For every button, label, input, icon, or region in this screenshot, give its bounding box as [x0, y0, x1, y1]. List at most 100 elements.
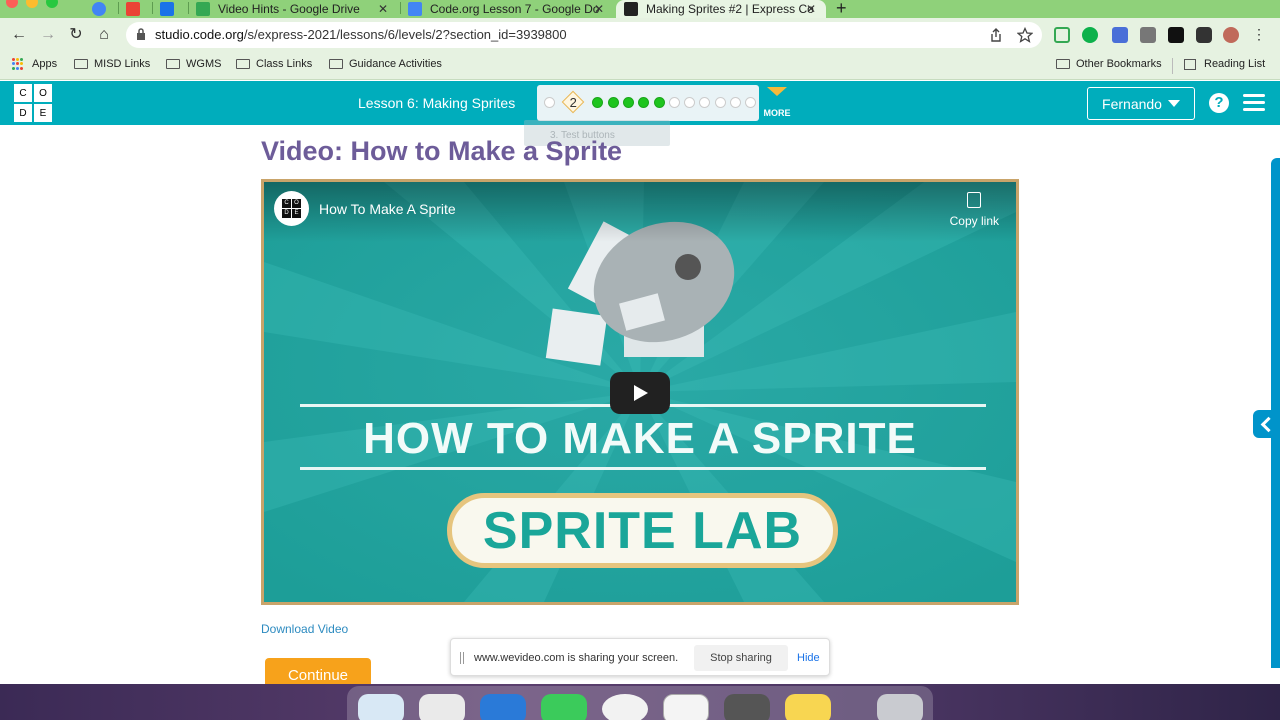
stop-sharing-button[interactable]: Stop sharing	[694, 645, 788, 671]
launchpad-icon[interactable]	[419, 694, 465, 720]
bookmark-reading-list[interactable]: Reading List	[1184, 58, 1265, 70]
logo-letter: O	[292, 199, 301, 208]
code-org-header: C O D E Lesson 6: Making Sprites 2 MORE …	[0, 81, 1280, 125]
chevron-left-icon[interactable]	[1253, 410, 1280, 438]
bookmark-label: Other Bookmarks	[1076, 58, 1162, 70]
extension-cast-icon[interactable]	[1140, 27, 1156, 43]
finder-icon[interactable]	[358, 694, 404, 720]
url-text: studio.code.org/s/express-2021/lessons/6…	[155, 27, 567, 42]
level-dot[interactable]	[684, 97, 696, 108]
logo-letter: E	[292, 209, 301, 218]
address-bar[interactable]: studio.code.org/s/express-2021/lessons/6…	[126, 22, 1042, 48]
gmail-icon	[126, 2, 140, 16]
home-button[interactable]: ⌂	[94, 25, 114, 45]
forward-button[interactable]: →	[38, 25, 58, 45]
google-docs-icon	[408, 2, 422, 16]
logo-letter: C	[282, 199, 291, 208]
trash-icon[interactable]	[877, 694, 923, 720]
tab-label: Video Hints - Google Drive	[218, 2, 360, 16]
extension-m-icon[interactable]	[1082, 27, 1098, 43]
level-dot[interactable]	[653, 97, 665, 108]
minimize-window-icon[interactable]	[26, 0, 38, 8]
drag-handle-icon[interactable]	[460, 652, 464, 664]
bookmark-guidance-activities[interactable]: Guidance Activities	[329, 58, 442, 70]
folder-icon	[236, 59, 250, 69]
level-dot[interactable]	[638, 97, 650, 108]
tab-making-sprites[interactable]: Making Sprites #2 | Express Co ✕	[616, 0, 826, 18]
video-player[interactable]: C O D E How To Make A Sprite Copy link H…	[261, 179, 1019, 605]
tab-label: Making Sprites #2 | Express Co	[646, 2, 814, 16]
help-icon[interactable]: ?	[1209, 93, 1229, 113]
page-title: Video: How to Make a Sprite	[261, 136, 623, 166]
level-dot[interactable]	[714, 97, 726, 108]
code-org-logo[interactable]: C O D E	[14, 84, 52, 122]
bookmark-wgms[interactable]: WGMS	[166, 58, 221, 70]
hide-button[interactable]: Hide	[797, 652, 820, 664]
folder-icon	[166, 59, 180, 69]
notes-icon[interactable]	[785, 694, 831, 720]
maximize-window-icon[interactable]	[46, 0, 58, 8]
copy-link-button[interactable]: Copy link	[950, 192, 999, 228]
level-dot[interactable]	[622, 97, 634, 108]
current-level-marker[interactable]: 2	[561, 90, 585, 114]
lesson-title[interactable]: Lesson 6: Making Sprites	[358, 95, 515, 111]
level-dot[interactable]	[592, 97, 604, 108]
tab-video-hints[interactable]: Video Hints - Google Drive ✕	[188, 0, 398, 18]
tab-gmail-pinned[interactable]	[118, 0, 154, 18]
code-org-icon	[624, 2, 638, 16]
chrome-icon[interactable]	[602, 694, 648, 720]
tab-classroom-pinned[interactable]	[152, 0, 188, 18]
calculator-icon[interactable]	[724, 694, 770, 720]
lock-icon	[137, 28, 145, 40]
bookmark-class-links[interactable]: Class Links	[236, 58, 312, 70]
bookmark-other-bookmarks[interactable]: Other Bookmarks	[1056, 58, 1162, 70]
bookmark-label: WGMS	[186, 58, 222, 70]
keynote-icon[interactable]	[480, 694, 526, 720]
bookmark-star-icon[interactable]	[1017, 27, 1033, 43]
divider-line	[300, 467, 986, 470]
apps-grid-icon	[12, 58, 24, 70]
extensions-puzzle-icon[interactable]	[1196, 27, 1212, 43]
level-dot[interactable]	[699, 97, 711, 108]
extension-b-icon[interactable]	[1168, 27, 1184, 43]
tab-drive-pinned[interactable]	[84, 0, 120, 18]
bookmark-label: Class Links	[256, 58, 313, 70]
logo-letter: C	[14, 84, 32, 102]
video-title[interactable]: How To Make A Sprite	[319, 201, 456, 217]
level-dot[interactable]	[730, 97, 741, 108]
tab-label: Code.org Lesson 7 - Google Do	[430, 2, 600, 16]
level-dot[interactable]	[668, 97, 680, 108]
reload-button[interactable]: ↻	[66, 25, 86, 45]
tab-code-org-lesson[interactable]: Code.org Lesson 7 - Google Do ✕	[400, 0, 614, 18]
more-button[interactable]: MORE	[763, 87, 791, 118]
play-button[interactable]	[610, 372, 670, 414]
hamburger-menu-icon[interactable]	[1243, 94, 1265, 112]
level-dot[interactable]	[544, 97, 555, 108]
back-button[interactable]: ←	[9, 25, 29, 45]
level-dot[interactable]	[607, 97, 619, 108]
user-name: Fernando	[1102, 95, 1162, 112]
level-dot[interactable]	[745, 97, 757, 108]
download-video-link[interactable]: Download Video	[261, 622, 348, 636]
bookmark-label: Guidance Activities	[349, 58, 442, 70]
copy-link-label: Copy link	[949, 214, 999, 228]
share-icon[interactable]	[988, 27, 1004, 43]
profile-avatar[interactable]	[1223, 27, 1239, 43]
close-tab-icon[interactable]: ✕	[806, 2, 816, 16]
wevideo-icon[interactable]	[663, 694, 709, 720]
extension-badge-icon[interactable]	[1112, 27, 1128, 43]
extension-classroom-icon[interactable]	[1054, 27, 1070, 43]
folder-icon	[1056, 59, 1070, 69]
bookmark-misd-links[interactable]: MISD Links	[74, 58, 150, 70]
browser-toolbar: ← → ↻ ⌂ studio.code.org/s/express-2021/l…	[0, 18, 1280, 52]
channel-logo[interactable]: C O D E	[274, 191, 309, 226]
bookmark-apps[interactable]: Apps	[12, 58, 57, 70]
close-tab-icon[interactable]: ✕	[378, 2, 388, 16]
close-window-icon[interactable]	[6, 0, 18, 8]
user-menu-button[interactable]: Fernando	[1087, 87, 1195, 120]
new-tab-button[interactable]: +	[836, 0, 847, 19]
close-tab-icon[interactable]: ✕	[594, 2, 604, 16]
messages-icon[interactable]	[541, 694, 587, 720]
logo-letter: O	[34, 84, 52, 102]
browser-menu-icon[interactable]: ⋮	[1252, 27, 1266, 43]
